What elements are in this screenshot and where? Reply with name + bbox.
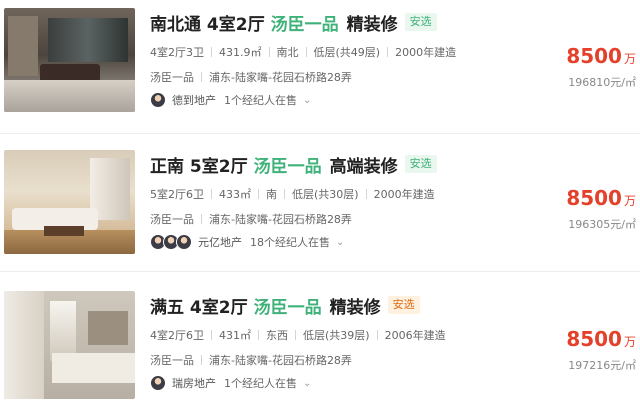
safe-choice-badge: 安选 (404, 13, 437, 31)
listing-title[interactable]: 满五 4室2厅 汤臣一品 精装修 安选 (150, 293, 420, 318)
title-estate: 汤臣一品 (253, 297, 322, 318)
title-decoration: 高端装修 (329, 156, 398, 177)
listing-location: 汤臣一品 浦东-陆家嘴-花园石桥路28弄 (150, 69, 352, 85)
listing-price: 8500 万 196810元/㎡ (566, 44, 636, 90)
chevron-down-icon[interactable]: ⌄ (303, 378, 311, 389)
attr-orientation: 东西 (266, 329, 288, 342)
attr-year: 2006年建造 (384, 329, 446, 342)
attr-orientation: 南北 (276, 46, 299, 59)
agent-info[interactable]: 瑞房地产 1个经纪人在售 ⌄ (150, 375, 311, 391)
attr-area: 431.9㎡ (219, 46, 262, 59)
agent-count: 1个经纪人在售 (224, 94, 297, 107)
listing-title[interactable]: 南北通 4室2厅 汤臣一品 精装修 安选 (150, 10, 437, 35)
price-per-sqm: 197216元/㎡ (568, 359, 636, 372)
listing-price: 8500 万 197216元/㎡ (566, 327, 636, 373)
title-decoration: 精装修 (346, 14, 398, 35)
divider (0, 271, 640, 272)
price-per-sqm: 196305元/㎡ (568, 218, 636, 231)
price-unit: 万 (623, 52, 636, 66)
chevron-down-icon[interactable]: ⌄ (303, 95, 311, 106)
chevron-down-icon[interactable]: ⌄ (336, 237, 344, 248)
community-link[interactable]: 汤臣一品 (150, 69, 194, 85)
title-decoration: 精装修 (329, 297, 381, 318)
listing-location: 汤臣一品 浦东-陆家嘴-花园石桥路28弄 (150, 211, 352, 227)
attr-area: 433㎡ (219, 188, 251, 201)
agent-count: 1个经纪人在售 (224, 377, 297, 390)
agent-avatar (150, 375, 166, 391)
address-text[interactable]: 浦东-陆家嘴-花园石桥路28弄 (209, 352, 352, 368)
title-main: 南北通 4室2厅 (150, 14, 265, 35)
listing-location: 汤臣一品 浦东-陆家嘴-花园石桥路28弄 (150, 352, 352, 368)
listing-photo[interactable] (4, 150, 135, 254)
agent-company: 元亿地产 (198, 236, 242, 249)
agent-company: 德到地产 (172, 94, 216, 107)
title-main: 正南 5室2厅 (150, 156, 248, 177)
title-estate: 汤臣一品 (270, 14, 339, 35)
community-link[interactable]: 汤臣一品 (150, 211, 194, 227)
listing-attributes: 5室2厅6卫 433㎡ 南 低层(共30层) 2000年建造 (150, 186, 435, 202)
price-total: 8500 (566, 186, 622, 210)
attr-floor: 低层(共49层) (313, 46, 381, 59)
attr-layout: 5室2厅6卫 (150, 188, 204, 201)
listing-photo[interactable] (4, 8, 135, 112)
listing-attributes: 4室2厅6卫 431㎡ 东西 低层(共39层) 2006年建造 (150, 327, 446, 343)
agent-info[interactable]: 元亿地产 18个经纪人在售 ⌄ (150, 234, 344, 250)
divider (0, 133, 640, 134)
attr-area: 431㎡ (219, 329, 251, 342)
attr-floor: 低层(共30层) (292, 188, 359, 201)
attr-layout: 4室2厅6卫 (150, 329, 204, 342)
agent-avatar (176, 234, 192, 250)
attr-floor: 低层(共39层) (303, 329, 370, 342)
listing-card[interactable]: 南北通 4室2厅 汤臣一品 精装修 安选 4室2厅3卫 431.9㎡ 南北 低层… (0, 8, 640, 120)
safe-choice-badge: 安选 (387, 296, 420, 314)
listing-card[interactable]: 正南 5室2厅 汤臣一品 高端装修 安选 5室2厅6卫 433㎡ 南 低层(共3… (0, 150, 640, 262)
address-text[interactable]: 浦东-陆家嘴-花园石桥路28弄 (209, 211, 352, 227)
attr-layout: 4室2厅3卫 (150, 46, 204, 59)
listing-title[interactable]: 正南 5室2厅 汤臣一品 高端装修 安选 (150, 152, 437, 177)
agent-avatar (150, 92, 166, 108)
listing-price: 8500 万 196305元/㎡ (566, 186, 636, 232)
attr-orientation: 南 (266, 188, 277, 201)
price-unit: 万 (623, 335, 636, 349)
title-estate: 汤臣一品 (253, 156, 322, 177)
community-link[interactable]: 汤臣一品 (150, 352, 194, 368)
listing-card[interactable]: 满五 4室2厅 汤臣一品 精装修 安选 4室2厅6卫 431㎡ 东西 低层(共3… (0, 291, 640, 403)
agent-company: 瑞房地产 (172, 377, 216, 390)
listing-photo[interactable] (4, 291, 135, 399)
price-total: 8500 (566, 327, 622, 351)
title-main: 满五 4室2厅 (150, 297, 248, 318)
price-total: 8500 (566, 44, 622, 68)
safe-choice-badge: 安选 (404, 155, 437, 173)
price-per-sqm: 196810元/㎡ (568, 76, 636, 89)
listing-attributes: 4室2厅3卫 431.9㎡ 南北 低层(共49层) 2000年建造 (150, 44, 456, 60)
agent-info[interactable]: 德到地产 1个经纪人在售 ⌄ (150, 92, 311, 108)
agent-count: 18个经纪人在售 (250, 236, 330, 249)
attr-year: 2000年建造 (373, 188, 435, 201)
price-unit: 万 (623, 194, 636, 208)
address-text[interactable]: 浦东-陆家嘴-花园石桥路28弄 (209, 69, 352, 85)
attr-year: 2000年建造 (395, 46, 457, 59)
